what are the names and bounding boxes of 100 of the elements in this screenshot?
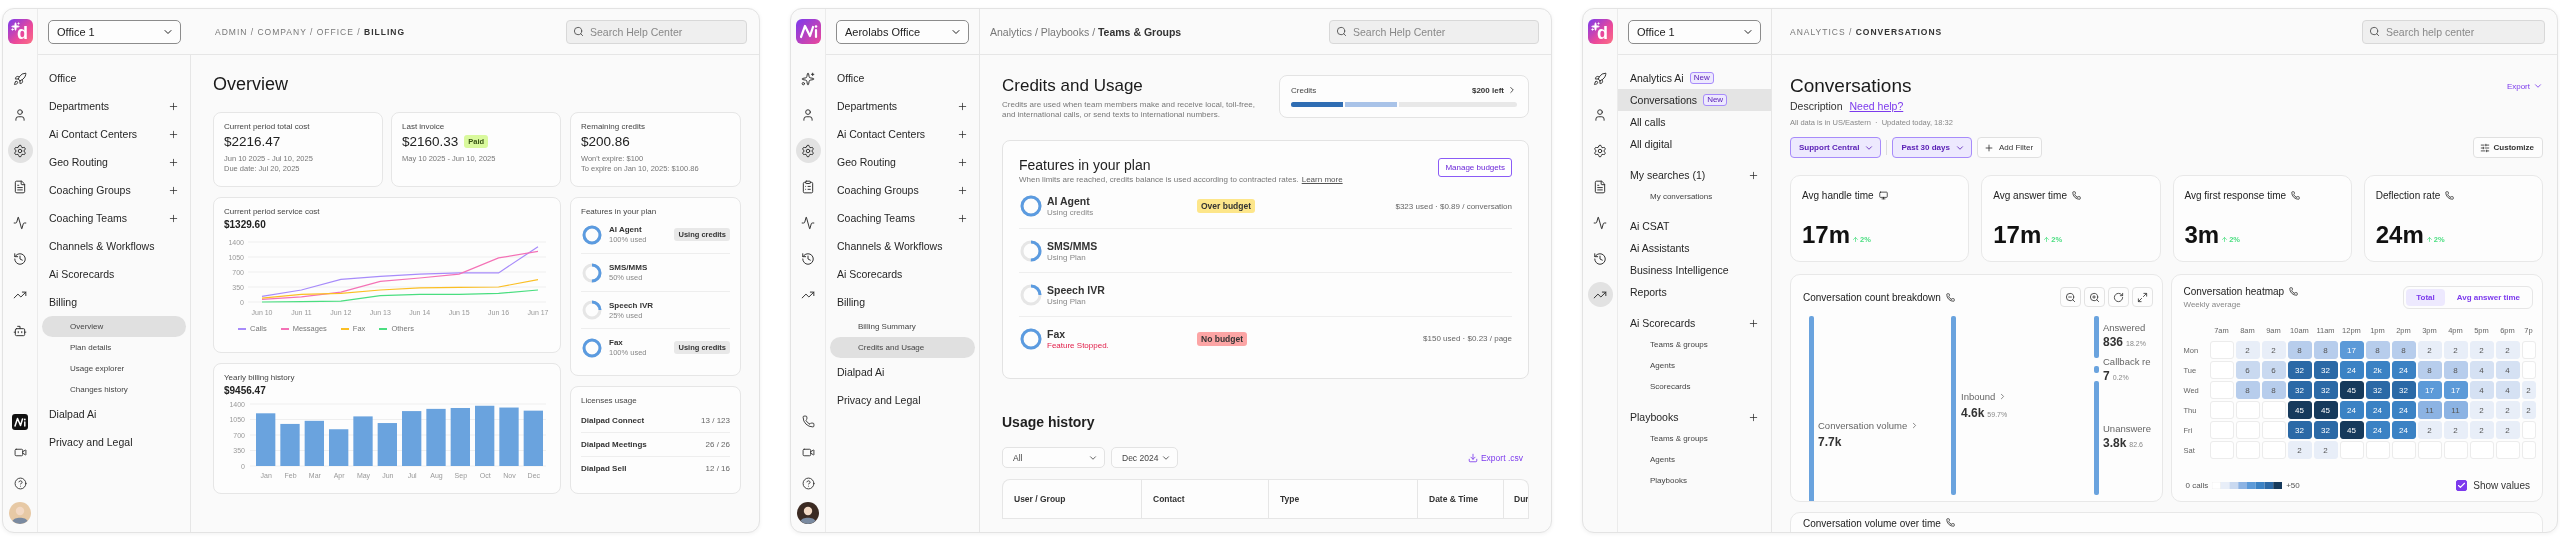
nav-item[interactable]: Coaching Teams: [830, 204, 975, 232]
refresh-button[interactable]: [2107, 287, 2129, 307]
nav-item[interactable]: Geo Routing: [42, 148, 186, 176]
nav-item[interactable]: Ai Scorecards: [1618, 312, 1771, 334]
usage-ring: [1019, 282, 1043, 307]
stat-value: 17m: [1802, 223, 1851, 247]
column-header: Type: [1269, 480, 1418, 518]
nav-item[interactable]: Ai CSAT: [1618, 215, 1771, 237]
app-logo[interactable]: [795, 19, 821, 44]
search-icon: [1336, 25, 1347, 37]
manage-budgets-button[interactable]: Manage budgets: [1438, 158, 1512, 177]
nav-item[interactable]: Office: [830, 64, 975, 92]
nav-item[interactable]: Ai Contact Centers: [42, 120, 186, 148]
nav-item[interactable]: Ai Scorecards: [830, 260, 975, 288]
nav-item[interactable]: Reports: [1618, 281, 1771, 303]
rail-button[interactable]: [795, 138, 821, 163]
nav-item[interactable]: Channels & Workflows: [42, 232, 186, 260]
add-icon: [1748, 317, 1759, 329]
nav-item[interactable]: Office: [42, 64, 186, 92]
nav-item[interactable]: Ai Assistants: [1618, 237, 1771, 259]
nav-item[interactable]: Dialpad Ai: [830, 358, 975, 386]
nav-item[interactable]: Departments: [42, 92, 186, 120]
card-label: Current period service cost: [224, 207, 321, 216]
nav-subitem[interactable]: Usage explorer: [42, 358, 186, 379]
nav-item[interactable]: Channels & Workflows: [830, 232, 975, 260]
nav-subitem[interactable]: Changes history: [42, 379, 186, 400]
nav-item[interactable]: All calls: [1618, 111, 1771, 133]
filter-chip[interactable]: Past 30 days: [1892, 137, 1972, 158]
nav-item[interactable]: Departments: [830, 92, 975, 120]
nav-item[interactable]: Analytics Ai New: [1618, 67, 1771, 89]
nav-subitem[interactable]: Scorecards: [1622, 376, 1767, 397]
office-select[interactable]: Office 1: [48, 19, 181, 44]
nav-item[interactable]: Ai Scorecards: [42, 260, 186, 288]
filter-select[interactable]: All: [1002, 447, 1105, 468]
nav-subitem[interactable]: Agents: [1622, 449, 1767, 470]
card-title: Conversation heatmap: [2183, 286, 2285, 297]
app-logo[interactable]: d: [1587, 19, 1613, 44]
feature-status: Using Plan: [1047, 296, 1087, 306]
checkbox[interactable]: [2456, 480, 2468, 491]
office-select[interactable]: Office 1: [1628, 19, 1761, 44]
nav-subitem[interactable]: Billing Summary: [830, 316, 975, 337]
nav-subitem[interactable]: Overview: [42, 316, 186, 337]
nav-item[interactable]: Ai Contact Centers: [830, 120, 975, 148]
nav-item[interactable]: Billing: [830, 288, 975, 316]
rail-button[interactable]: [7, 138, 33, 163]
nav-subitem[interactable]: Credits and Usage: [830, 337, 975, 358]
pulse-icon: [1593, 215, 1607, 230]
feature-name: AI Agent: [1047, 195, 1091, 207]
expand-button[interactable]: [2131, 287, 2153, 307]
nav-item[interactable]: Privacy and Legal: [830, 386, 975, 414]
nav-item[interactable]: Business Intelligence: [1618, 259, 1771, 281]
add-filter-button[interactable]: Add Filter: [1976, 137, 2043, 158]
arrow-up-icon: [2425, 236, 2433, 243]
nav-subitem[interactable]: My conversations: [1622, 186, 1767, 207]
nav-item[interactable]: Coaching Groups: [830, 176, 975, 204]
filter-chip[interactable]: Support Central: [1790, 137, 1882, 158]
nav-item[interactable]: Geo Routing: [830, 148, 975, 176]
search-field[interactable]: Search Help Center: [566, 19, 747, 44]
nav-subitem[interactable]: Teams & groups: [1622, 428, 1767, 449]
export-link[interactable]: Export: [2506, 81, 2543, 91]
nav-item[interactable]: All digital: [1618, 133, 1771, 155]
heatmap-cell: 2: [2495, 401, 2520, 419]
feature-name: Fax: [1047, 327, 1067, 340]
nav-subitem[interactable]: Plan details: [42, 337, 186, 358]
nav-item[interactable]: Dialpad Ai: [42, 400, 186, 428]
card-label: Licenses usage: [581, 396, 638, 405]
nav-item[interactable]: Billing: [42, 288, 186, 316]
nav-item[interactable]: Conversations New: [1618, 89, 1771, 111]
heatmap-cell: 45: [2339, 421, 2364, 439]
card-label: Current period total cost: [224, 122, 311, 131]
toggle-tab[interactable]: Avg answer time: [2446, 289, 2530, 306]
zoom-in-button[interactable]: [2083, 287, 2105, 307]
node-value: 7: [2103, 369, 2110, 383]
app-logo[interactable]: d: [7, 19, 33, 44]
customize-button[interactable]: Customize: [2472, 137, 2543, 158]
heatmap-cell: 8: [2313, 341, 2338, 359]
nav-item[interactable]: My searches (1): [1618, 164, 1771, 186]
pulse-icon: [801, 215, 815, 230]
nav-item[interactable]: Privacy and Legal: [42, 428, 186, 456]
learn-more-link[interactable]: Learn more: [1301, 175, 1343, 184]
office-select[interactable]: Aerolabs Office: [836, 19, 969, 44]
toggle-tab[interactable]: Total: [2406, 289, 2445, 306]
nav-subitem[interactable]: Teams & groups: [1622, 334, 1767, 355]
nav-subitem[interactable]: Agents: [1622, 355, 1767, 376]
breadcrumb: ADMIN / COMPANY / OFFICE / BILLING: [215, 26, 405, 37]
heatmap-cell: 2: [2469, 401, 2494, 419]
document-icon: [13, 179, 27, 194]
search-field[interactable]: Search Help Center: [1329, 19, 1539, 44]
search-field[interactable]: Search help center: [2362, 19, 2545, 44]
help-link[interactable]: Need help?: [1849, 100, 1904, 112]
nav-item[interactable]: Playbooks: [1618, 406, 1771, 428]
filter-select[interactable]: Dec 2024: [1111, 447, 1178, 468]
avatar[interactable]: [797, 502, 819, 524]
history-bar: [256, 413, 276, 466]
nav-subitem[interactable]: Playbooks: [1622, 470, 1767, 491]
export-link[interactable]: Export .csv: [1467, 452, 1523, 463]
nav-item[interactable]: Coaching Teams: [42, 204, 186, 232]
nav-item[interactable]: Coaching Groups: [42, 176, 186, 204]
zoom-out-button[interactable]: [2059, 287, 2081, 307]
node-label: Conversation volume: [1818, 420, 1908, 431]
